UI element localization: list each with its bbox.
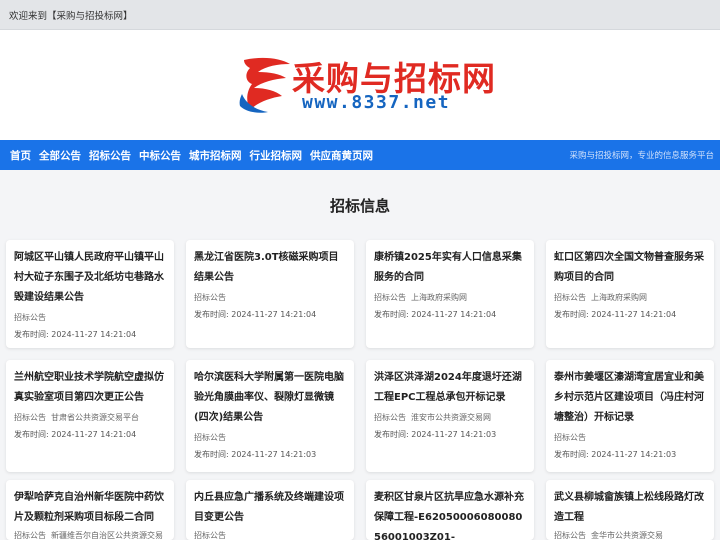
notice-category: 招标公告 [194, 433, 226, 442]
notice-date: 发布时间: 2024-11-27 14:21:04 [554, 309, 712, 320]
notice-title[interactable]: 内丘县应急广播系统及终端建设项目变更公告 [194, 488, 348, 528]
notice-title[interactable]: 泰州市姜堰区溱湖湾宜居宜业和美乡村示范片区建设项目（冯庄村河塘整治）开标记录 [554, 368, 708, 428]
date-value: 2024-11-27 14:21:04 [591, 310, 677, 319]
nav-tender-notices[interactable]: 招标公告 [89, 148, 131, 163]
notice-card[interactable]: 黑龙江省医院3.0T核磁采购项目结果公告 招标公告 发布时间: 2024-11-… [186, 240, 354, 348]
date-value: 2024-11-27 14:21:04 [51, 330, 137, 339]
notice-card[interactable]: 内丘县应急广播系统及终端建设项目变更公告 招标公告 [186, 480, 354, 540]
notice-date: 发布时间: 2024-11-27 14:21:03 [554, 449, 712, 460]
notice-category: 招标公告 [14, 531, 46, 540]
notice-meta: 招标公告 [14, 312, 172, 323]
date-label: 发布时间: [14, 430, 49, 439]
notice-card[interactable]: 康桥镇2025年实有人口信息采集服务的合同 招标公告 上海政府采购网 发布时间: … [366, 240, 534, 348]
nav-home[interactable]: 首页 [10, 148, 31, 163]
date-label: 发布时间: [554, 450, 589, 459]
notice-card[interactable]: 兰州航空职业技术学院航空虚拟仿真实验室项目第四次更正公告 招标公告 甘肃省公共资源… [6, 360, 174, 472]
notice-meta: 招标公告 [194, 530, 352, 540]
notice-card[interactable]: 哈尔滨医科大学附属第一医院电脑验光角膜曲率仪、裂隙灯显微镜(四次)结果公告 招标… [186, 360, 354, 472]
notice-date: 发布时间: 2024-11-27 14:21:04 [14, 429, 172, 440]
notice-title[interactable]: 伊犁哈萨克自治州新华医院中药饮片及颗粒剂采购项目标段二合同 [14, 488, 168, 528]
date-label: 发布时间: [194, 310, 229, 319]
notice-meta: 招标公告 甘肃省公共资源交易平台 [14, 412, 172, 423]
logo-url: www.8337.net [302, 92, 451, 113]
notice-card[interactable]: 麦积区甘泉片区抗旱应急水源补充保障工程-E6205000608008056001… [366, 480, 534, 540]
notice-source: 上海政府采购网 [591, 293, 647, 302]
notice-title[interactable]: 阿城区平山镇人民政府平山镇平山村大砬子东围子及北纸坊屯巷路水毁建设结果公告 [14, 248, 168, 308]
date-value: 2024-11-27 14:21:04 [51, 430, 137, 439]
notice-date: 发布时间: 2024-11-27 14:21:03 [374, 429, 532, 440]
nav-industry-tender[interactable]: 行业招标网 [250, 148, 303, 163]
notice-title[interactable]: 麦积区甘泉片区抗旱应急水源补充保障工程-E6205000608008056001… [374, 488, 528, 540]
notice-source: 淮安市公共资源交易网 [411, 413, 491, 422]
welcome-text: 欢迎来到【采购与招投标网】 [9, 11, 133, 22]
nav-award-notices[interactable]: 中标公告 [139, 148, 181, 163]
date-value: 2024-11-27 14:21:03 [411, 430, 497, 439]
notice-card[interactable]: 武义县柳城畲族镇上松线段路灯改造工程 招标公告 金华市公共资源交易 [546, 480, 714, 540]
notice-meta: 招标公告 [194, 292, 352, 303]
date-value: 2024-11-27 14:21:04 [231, 310, 317, 319]
notice-date: 发布时间: 2024-11-27 14:21:04 [194, 309, 352, 320]
date-label: 发布时间: [554, 310, 589, 319]
date-value: 2024-11-27 14:21:03 [591, 450, 677, 459]
notice-meta: 招标公告 [194, 432, 352, 443]
notice-card[interactable]: 阿城区平山镇人民政府平山镇平山村大砬子东围子及北纸坊屯巷路水毁建设结果公告 招标… [6, 240, 174, 348]
notice-category: 招标公告 [554, 531, 586, 540]
notice-date: 发布时间: 2024-11-27 14:21:04 [374, 309, 532, 320]
notice-category: 招标公告 [194, 293, 226, 302]
notice-category: 招标公告 [554, 293, 586, 302]
notice-card[interactable]: 伊犁哈萨克自治州新华医院中药饮片及颗粒剂采购项目标段二合同 招标公告 新疆维吾尔自… [6, 480, 174, 540]
notice-meta: 招标公告 金华市公共资源交易 [554, 530, 712, 540]
site-header: 采购与招标网 www.8337.net [0, 30, 720, 140]
notice-card[interactable]: 虹口区第四次全国文物普查服务采购项目的合同 招标公告 上海政府采购网 发布时间: … [546, 240, 714, 348]
notice-title[interactable]: 虹口区第四次全国文物普查服务采购项目的合同 [554, 248, 708, 288]
notice-date: 发布时间: 2024-11-27 14:21:03 [194, 449, 352, 460]
notice-category: 招标公告 [194, 531, 226, 540]
nav-all-notices[interactable]: 全部公告 [39, 148, 81, 163]
date-label: 发布时间: [194, 450, 229, 459]
date-label: 发布时间: [374, 430, 409, 439]
notice-category: 招标公告 [374, 413, 406, 422]
date-value: 2024-11-27 14:21:04 [411, 310, 497, 319]
notice-title[interactable]: 康桥镇2025年实有人口信息采集服务的合同 [374, 248, 528, 288]
date-label: 发布时间: [374, 310, 409, 319]
logo-swoosh-icon [239, 57, 290, 113]
notice-title[interactable]: 哈尔滨医科大学附属第一医院电脑验光角膜曲率仪、裂隙灯显微镜(四次)结果公告 [194, 368, 348, 428]
top-bar: 欢迎来到【采购与招投标网】 [0, 0, 720, 30]
notice-category: 招标公告 [374, 293, 406, 302]
notice-title[interactable]: 兰州航空职业技术学院航空虚拟仿真实验室项目第四次更正公告 [14, 368, 168, 408]
date-value: 2024-11-27 14:21:03 [231, 450, 317, 459]
notice-meta: 招标公告 [554, 432, 712, 443]
notice-category: 招标公告 [14, 413, 46, 422]
notice-title[interactable]: 洪泽区洪泽湖2024年度退圩还湖工程EPC工程总承包开标记录 [374, 368, 528, 408]
notice-meta: 招标公告 上海政府采购网 [374, 292, 532, 303]
notice-source: 上海政府采购网 [411, 293, 467, 302]
notice-category: 招标公告 [554, 433, 586, 442]
site-logo[interactable]: 采购与招标网 www.8337.net [236, 52, 495, 122]
notice-category: 招标公告 [14, 313, 46, 322]
nav-supplier-directory[interactable]: 供应商黄页网 [310, 148, 373, 163]
section-title: 招标信息 [329, 197, 390, 215]
notice-card[interactable]: 泰州市姜堰区溱湖湾宜居宜业和美乡村示范片区建设项目（冯庄村河塘整治）开标记录 招… [546, 360, 714, 472]
notice-meta: 招标公告 淮安市公共资源交易网 [374, 412, 532, 423]
notice-card[interactable]: 洪泽区洪泽湖2024年度退圩还湖工程EPC工程总承包开标记录 招标公告 淮安市公共… [366, 360, 534, 472]
notice-title[interactable]: 黑龙江省医院3.0T核磁采购项目结果公告 [194, 248, 348, 288]
notice-meta: 招标公告 上海政府采购网 [554, 292, 712, 303]
notice-date: 发布时间: 2024-11-27 14:21:04 [14, 329, 172, 340]
nav-city-tender[interactable]: 城市招标网 [189, 148, 242, 163]
notice-title[interactable]: 武义县柳城畲族镇上松线段路灯改造工程 [554, 488, 708, 528]
notice-source: 金华市公共资源交易 [591, 531, 663, 540]
notice-meta: 招标公告 新疆维吾尔自治区公共资源交易 [14, 530, 172, 540]
date-label: 发布时间: [14, 330, 49, 339]
notice-source: 新疆维吾尔自治区公共资源交易 [51, 531, 163, 540]
nav-slogan: 采购与招投标网，专业的信息服务平台 [569, 151, 714, 161]
notice-source: 甘肃省公共资源交易平台 [51, 413, 139, 422]
main-nav: 首页 全部公告 招标公告 中标公告 城市招标网 行业招标网 供应商黄页网 采购与… [0, 140, 720, 170]
